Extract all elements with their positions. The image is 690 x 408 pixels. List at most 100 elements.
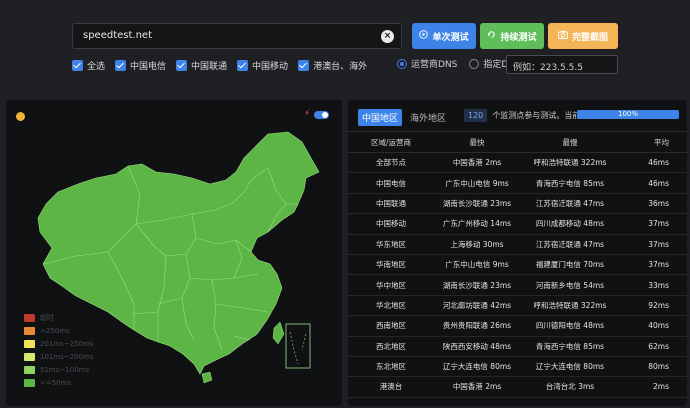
tab-china[interactable]: 中国地区 (358, 109, 403, 126)
table-row[interactable]: 中国联通 湖南长沙联通 23ms 江苏宿迁联通 47ms 36ms (348, 193, 687, 215)
cell-average: 62ms (620, 336, 687, 357)
continuous-test-button[interactable]: 持续测试 (480, 23, 544, 49)
logo-icon (16, 112, 25, 121)
col-header-fastest[interactable]: 最快 (434, 131, 520, 153)
legend-swatch (24, 353, 35, 361)
cell-average: 2ms (620, 376, 687, 398)
cell-fastest: 广东广州移动 14ms (434, 213, 520, 235)
map-toggle[interactable] (314, 111, 329, 119)
cell-slowest: 四川成都移动 48ms (520, 213, 620, 235)
search-input-value: speedtest.net (83, 30, 153, 41)
cell-fastest: 中国香港 2ms (434, 152, 520, 174)
cell-fastest: 陕西西安移动 48ms (434, 336, 520, 357)
screenshot-label: 完整截图 (571, 32, 608, 43)
cell-region: 港澳台 (348, 376, 434, 398)
cell-fastest: 贵州贵阳联通 26ms (434, 315, 520, 337)
cell-region: 华北地区 (348, 295, 434, 317)
results-panel: 中国地区 海外地区 120 个监测点参与测试。当前进度: 100% 区域/运营商… (348, 100, 687, 406)
legend-item: 201ms~250ms (24, 338, 94, 350)
cell-region: 西南地区 (348, 315, 434, 337)
table-row[interactable]: 全部节点 中国香港 2ms 呼和浩特联通 322ms 46ms (348, 152, 687, 174)
table-row[interactable]: 华北地区 河北廊坊联通 42ms 呼和浩特联通 322ms 92ms (348, 295, 687, 317)
filter-mobile-checkbox[interactable]: 中国移动 (237, 59, 288, 72)
region-tabs: 中国地区 海外地区 (358, 109, 454, 126)
legend-item: <=50ms (24, 377, 94, 389)
cell-average: 80ms (620, 356, 687, 378)
col-header-slowest[interactable]: 最慢 (520, 131, 620, 153)
search-input[interactable]: speedtest.net × (72, 23, 402, 49)
cell-fastest: 湖南长沙联通 23ms (434, 193, 520, 215)
legend-item: 超时 (24, 312, 94, 324)
dns-operator-radio[interactable] (397, 58, 407, 69)
control-bar: speedtest.net × 单次测试 持续测试 完整截图 全选 中国电信 中… (0, 0, 690, 92)
filter-all-checkbox[interactable]: 全选 (72, 59, 105, 72)
table-row[interactable]: 西南地区 贵州贵阳联通 26ms 四川德阳电信 48ms 40ms (348, 315, 687, 337)
cell-region: 华东地区 (348, 234, 434, 255)
cell-fastest: 上海移动 30ms (434, 234, 520, 255)
legend-swatch (24, 340, 35, 348)
table-row[interactable]: 港澳台 中国香港 2ms 台湾台北 3ms 2ms (348, 376, 687, 398)
cell-average: 92ms (620, 295, 687, 317)
dns-operator-label: 运营商DNS (411, 60, 458, 70)
col-header-average[interactable]: 平均 (620, 131, 687, 153)
dns-input[interactable]: 例如：223.5.5.5 (506, 55, 618, 74)
tab-overseas[interactable]: 海外地区 (406, 109, 450, 126)
results-table: 区域/运营商 最快 最慢 平均 全部节点 中国香港 2ms 呼和浩特联通 322ms… (348, 131, 687, 398)
legend-swatch (24, 379, 35, 387)
cell-region: 西北地区 (348, 336, 434, 357)
cell-region: 华南地区 (348, 254, 434, 276)
play-icon (419, 30, 429, 42)
cell-fastest: 广东中山电信 9ms (434, 254, 520, 276)
cell-slowest: 青海西宁电信 85ms (520, 172, 620, 194)
legend-item: >250ms (24, 325, 94, 337)
clear-icon[interactable]: × (381, 30, 394, 43)
cell-slowest: 四川德阳电信 48ms (520, 315, 620, 337)
screenshot-button[interactable]: 完整截图 (548, 23, 618, 49)
table-row[interactable]: 华南地区 广东中山电信 9ms 福建厦门电信 70ms 37ms (348, 254, 687, 276)
table-row[interactable]: 中国电信 广东中山电信 9ms 青海西宁电信 85ms 46ms (348, 172, 687, 194)
table-row[interactable]: 东北地区 辽宁大连电信 80ms 辽宁大连电信 80ms 80ms (348, 356, 687, 378)
lightning-icon: ⚡ (304, 109, 311, 119)
legend-swatch (24, 366, 35, 374)
cell-fastest: 中国香港 2ms (434, 376, 520, 398)
cell-region: 中国电信 (348, 172, 434, 194)
dns-custom-radio[interactable] (469, 58, 480, 69)
table-row[interactable]: 华东地区 上海移动 30ms 江苏宿迁联通 47ms 37ms (348, 234, 687, 255)
cell-fastest: 河北廊坊联通 42ms (434, 295, 520, 317)
cell-slowest: 呼和浩特联通 322ms (520, 152, 620, 174)
filter-telecom-checkbox[interactable]: 中国电信 (115, 59, 166, 72)
checkbox-checked-icon (237, 59, 249, 71)
single-test-label: 单次测试 (432, 32, 469, 43)
filter-unicom-checkbox[interactable]: 中国联通 (176, 59, 227, 72)
checkbox-checked-icon (115, 59, 127, 71)
cell-average: 46ms (620, 152, 687, 174)
node-count-badge: 120 (464, 109, 488, 122)
checkbox-checked-icon (72, 59, 83, 71)
table-header-row: 区域/运营商 最快 最慢 平均 (348, 131, 687, 153)
cell-region: 中国联通 (348, 193, 434, 215)
cell-slowest: 福建厦门电信 70ms (520, 254, 620, 276)
cell-average: 46ms (620, 172, 687, 194)
col-header-region[interactable]: 区域/运营商 (348, 131, 434, 153)
map-legend: 超时 >250ms 201ms~250ms 101ms~200ms 51ms~1… (24, 312, 94, 390)
table-row[interactable]: 中国移动 广东广州移动 14ms 四川成都移动 48ms 37ms (348, 213, 687, 235)
table-row[interactable]: 西北地区 陕西西安移动 48ms 青海西宁电信 85ms 62ms (348, 336, 687, 357)
map-panel: ⚡ 超时 >250ms 201ms~250ms 101ms~200ms 51ms… (6, 100, 342, 406)
cell-slowest: 江苏宿迁联通 47ms (520, 234, 620, 255)
cell-region: 中国移动 (348, 213, 434, 235)
taiwan-shape (272, 321, 285, 345)
camera-icon (557, 30, 568, 42)
legend-swatch (24, 327, 35, 335)
filter-overseas-checkbox[interactable]: 港澳台、海外 (298, 59, 367, 72)
cell-region: 全部节点 (348, 152, 434, 174)
cell-slowest: 河南新乡电信 54ms (520, 274, 620, 296)
progress-bar: 100% (577, 110, 679, 119)
cell-slowest: 辽宁大连电信 80ms (520, 356, 620, 378)
single-test-button[interactable]: 单次测试 (412, 23, 476, 49)
table-row[interactable]: 华中地区 湖南长沙联通 23ms 河南新乡电信 54ms 33ms (348, 274, 687, 296)
cell-slowest: 江苏宿迁联通 47ms (520, 193, 620, 215)
isp-filters: 全选 中国电信 中国联通 中国移动 港澳台、海外 (72, 58, 377, 72)
cell-slowest: 台湾台北 3ms (520, 376, 620, 398)
hainan-shape (201, 371, 213, 384)
cell-average: 37ms (620, 234, 687, 255)
